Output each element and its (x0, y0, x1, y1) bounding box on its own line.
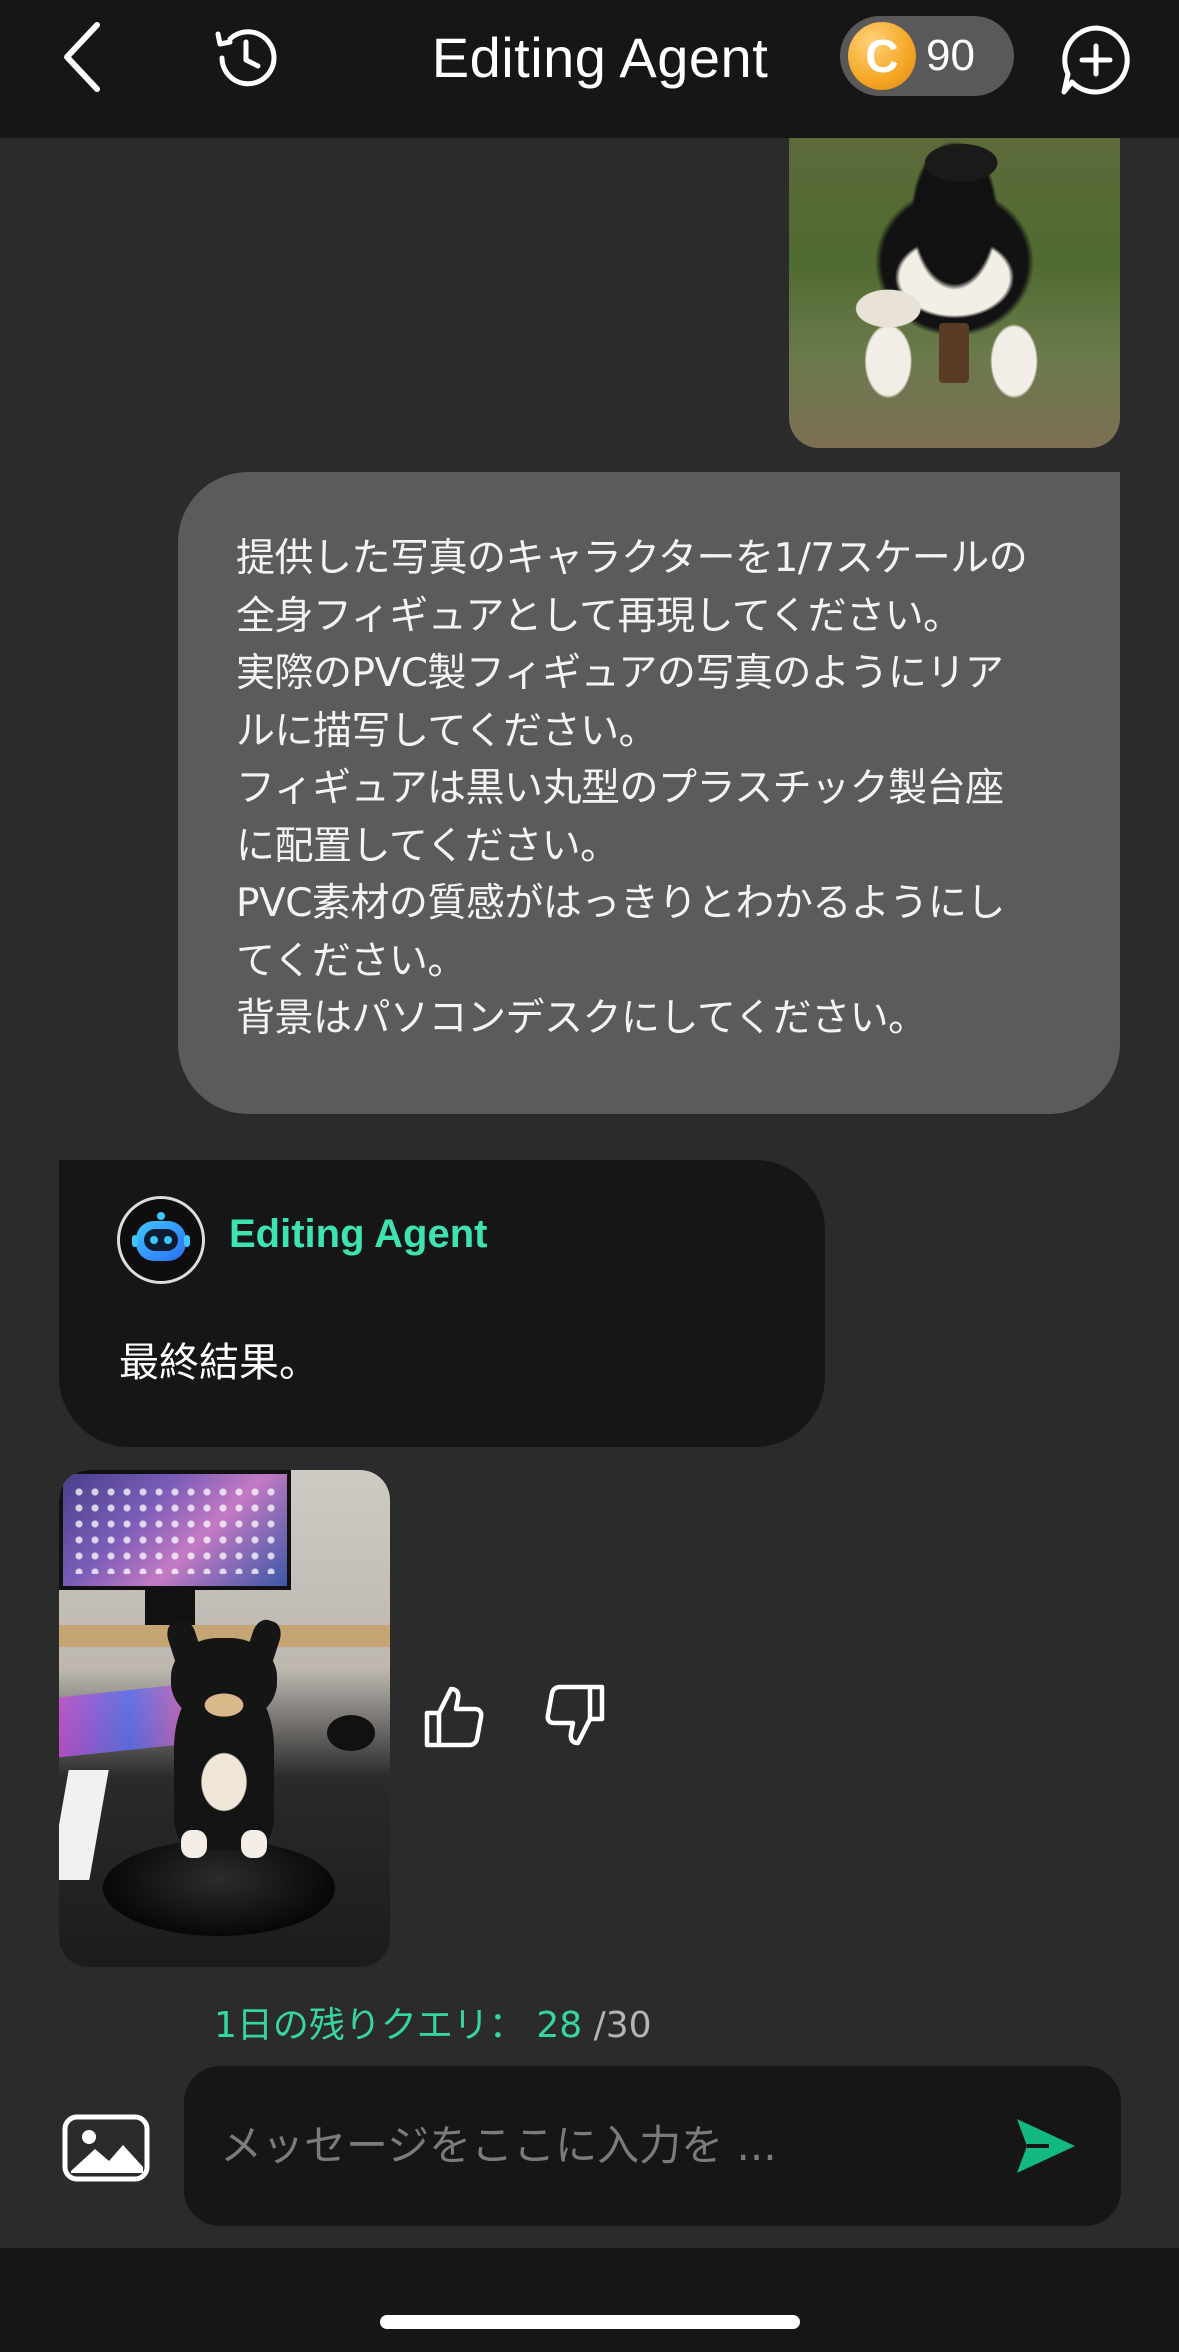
agent-message-text: 最終結果。 (119, 1340, 319, 1386)
photo-detail (939, 323, 969, 383)
user-message-line: PVC素材の質感がはっきりとわかるようにし (236, 881, 1005, 926)
home-indicator[interactable] (380, 2315, 800, 2329)
back-button[interactable] (48, 14, 118, 100)
thumbs-down-icon (545, 1684, 605, 1746)
user-message-bubble: 提供した写真のキャラクターを1/7スケールの 全身フィギュアとして再現してくださ… (178, 472, 1120, 1114)
mouse-shape (327, 1715, 375, 1751)
figure-paw-shape (241, 1830, 267, 1858)
agent-message-bubble: Editing Agent 最終結果。 (59, 1160, 825, 1447)
daily-quota: 1日の残りクエリ： 28 /30 (214, 1998, 652, 2054)
user-message-line: 全身フィギュアとして再現してください。 (236, 593, 962, 639)
message-composer (184, 2066, 1121, 2226)
figure-paw-shape (181, 1830, 207, 1858)
user-message-line: 提供した写真のキャラクターを1/7スケールの (236, 536, 1028, 581)
figure-base-shape (103, 1840, 335, 1936)
top-bar: Editing Agent C 90 (0, 0, 1179, 138)
monitor-shape (59, 1470, 291, 1590)
coin-count: 90 (926, 31, 975, 80)
quota-total: /30 (593, 2005, 652, 2046)
quota-label: 1日の残りクエリ： (214, 2005, 525, 2046)
bottom-safe-area (0, 2248, 1179, 2352)
user-message-line: に配置してください。 (236, 823, 619, 869)
history-clock-icon (215, 29, 277, 87)
chevron-left-icon (64, 22, 100, 92)
history-button[interactable] (200, 16, 292, 100)
user-message-line: 背景はパソコンデスクにしてください。 (236, 996, 927, 1041)
page-title: Editing Agent (431, 26, 769, 89)
user-message-line: てください。 (236, 938, 466, 984)
thumbs-down-button[interactable] (541, 1680, 611, 1752)
figure-head-shape (171, 1638, 277, 1724)
thumbs-up-icon (424, 1686, 484, 1748)
user-message-line: 実際のPVC製フィギュアの写真のようにリア (236, 651, 1004, 696)
robot-icon (132, 1212, 190, 1261)
coin-icon: C (848, 22, 916, 90)
agent-name: Editing Agent (229, 1212, 488, 1256)
user-uploaded-photo[interactable] (789, 138, 1120, 448)
new-chat-plus-icon (1061, 25, 1130, 95)
attach-image-button[interactable] (58, 2108, 154, 2188)
thumbs-up-button[interactable] (418, 1680, 488, 1752)
coin-balance[interactable]: C 90 (840, 16, 1014, 96)
agent-avatar (117, 1196, 205, 1284)
image-gallery-icon (62, 2114, 150, 2182)
result-image[interactable] (59, 1470, 390, 1967)
message-input[interactable] (220, 2110, 960, 2180)
user-message-line: ルに描写してください。 (236, 708, 658, 754)
paper-shape (59, 1770, 109, 1880)
send-button[interactable] (1006, 2106, 1086, 2186)
user-message-line: フィギュアは黒い丸型のプラスチック製台座 (236, 766, 1004, 811)
new-chat-button[interactable] (1056, 18, 1136, 102)
quota-remaining: 28 (536, 2005, 583, 2046)
send-arrow-icon (1017, 2119, 1075, 2173)
